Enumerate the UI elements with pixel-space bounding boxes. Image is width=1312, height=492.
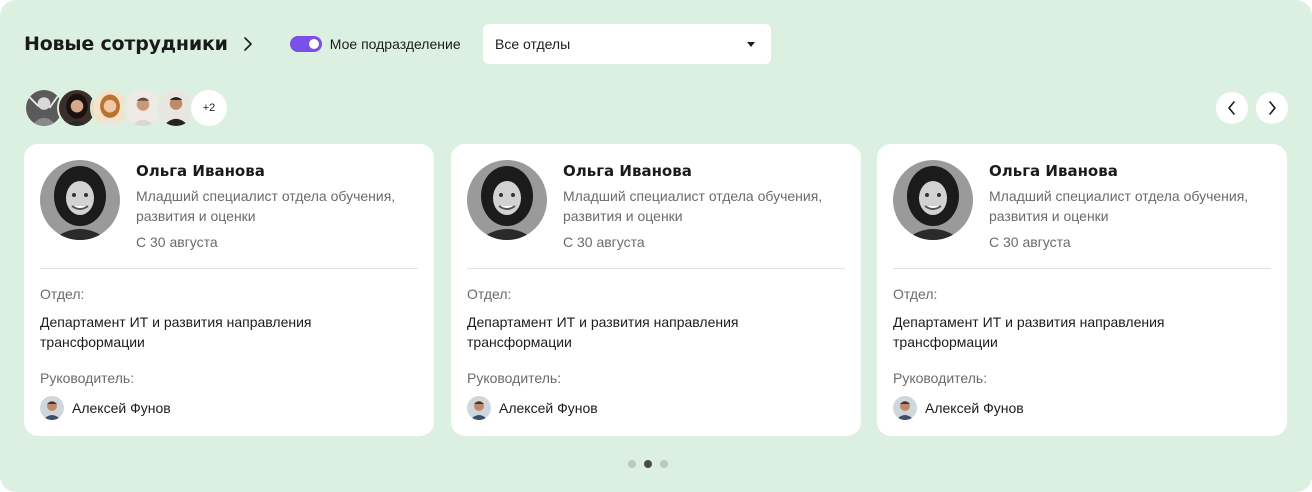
manager-avatar	[40, 396, 64, 420]
avatar-stack: +2	[24, 88, 229, 128]
manager-label: Руководитель:	[40, 370, 135, 386]
divider	[893, 268, 1271, 269]
employee-name: Ольга Иванова	[136, 162, 265, 180]
my-department-label: Мое подразделение	[329, 36, 461, 52]
manager-avatar	[893, 396, 917, 420]
manager-avatar	[467, 396, 491, 420]
manager[interactable]: Алексей Фунов	[467, 396, 598, 420]
my-department-toggle[interactable]	[289, 36, 322, 52]
manager-label: Руководитель:	[893, 370, 988, 386]
department-label: Отдел:	[40, 286, 85, 302]
chevron-right-icon	[1269, 101, 1276, 115]
manager-label: Руководитель:	[467, 370, 562, 386]
carousel-pagination	[628, 460, 676, 468]
pagination-dot-active[interactable]	[644, 460, 652, 468]
employee-card[interactable]: Ольга Иванова Младший специалист отдела …	[451, 144, 861, 436]
manager-name: Алексей Фунов	[72, 400, 171, 416]
my-department-toggle-group: Мое подразделение	[289, 36, 461, 52]
employee-start-date: С 30 августа	[563, 234, 645, 250]
manager-name: Алексей Фунов	[499, 400, 598, 416]
department-label: Отдел:	[893, 286, 938, 302]
pagination-dot[interactable]	[660, 460, 668, 468]
employee-card[interactable]: Ольга Иванова Младший специалист отдела …	[877, 144, 1287, 436]
employee-photo	[467, 160, 547, 240]
widget-title[interactable]: Новые сотрудники	[24, 33, 228, 55]
department-select-value: Все отделы	[495, 36, 571, 52]
employee-position: Младший специалист отдела обучения, разв…	[989, 188, 1249, 224]
employee-start-date: С 30 августа	[989, 234, 1071, 250]
manager[interactable]: Алексей Фунов	[40, 396, 171, 420]
manager[interactable]: Алексей Фунов	[893, 396, 1024, 420]
employee-photo	[40, 160, 120, 240]
employee-name: Ольга Иванова	[563, 162, 692, 180]
chevron-right-icon[interactable]	[240, 36, 256, 52]
employee-position: Младший специалист отдела обучения, разв…	[563, 188, 823, 224]
department-select[interactable]: Все отделы	[483, 24, 771, 64]
pagination-dot[interactable]	[628, 460, 636, 468]
department-value: Департамент ИТ и развития направления тр…	[467, 314, 739, 350]
employee-start-date: С 30 августа	[136, 234, 218, 250]
department-value: Департамент ИТ и развития направления тр…	[40, 314, 312, 350]
toggle-knob	[308, 39, 319, 49]
chevron-left-icon	[1228, 101, 1235, 115]
more-employees-count[interactable]: +2	[189, 88, 229, 128]
divider	[467, 268, 845, 269]
employee-name: Ольга Иванова	[989, 162, 1118, 180]
manager-name: Алексей Фунов	[925, 400, 1024, 416]
next-button[interactable]	[1256, 92, 1288, 124]
employee-card[interactable]: Ольга Иванова Младший специалист отдела …	[24, 144, 434, 436]
prev-button[interactable]	[1216, 92, 1248, 124]
new-employees-widget: Новые сотрудники Мое подразделение Все о…	[0, 0, 1312, 492]
divider	[40, 268, 418, 269]
employee-photo	[893, 160, 973, 240]
department-value: Департамент ИТ и развития направления тр…	[893, 314, 1165, 350]
employee-position: Младший специалист отдела обучения, разв…	[136, 188, 396, 224]
department-label: Отдел:	[467, 286, 512, 302]
caret-down-icon	[747, 41, 755, 47]
widget-header: Новые сотрудники Мое подразделение	[24, 24, 461, 64]
